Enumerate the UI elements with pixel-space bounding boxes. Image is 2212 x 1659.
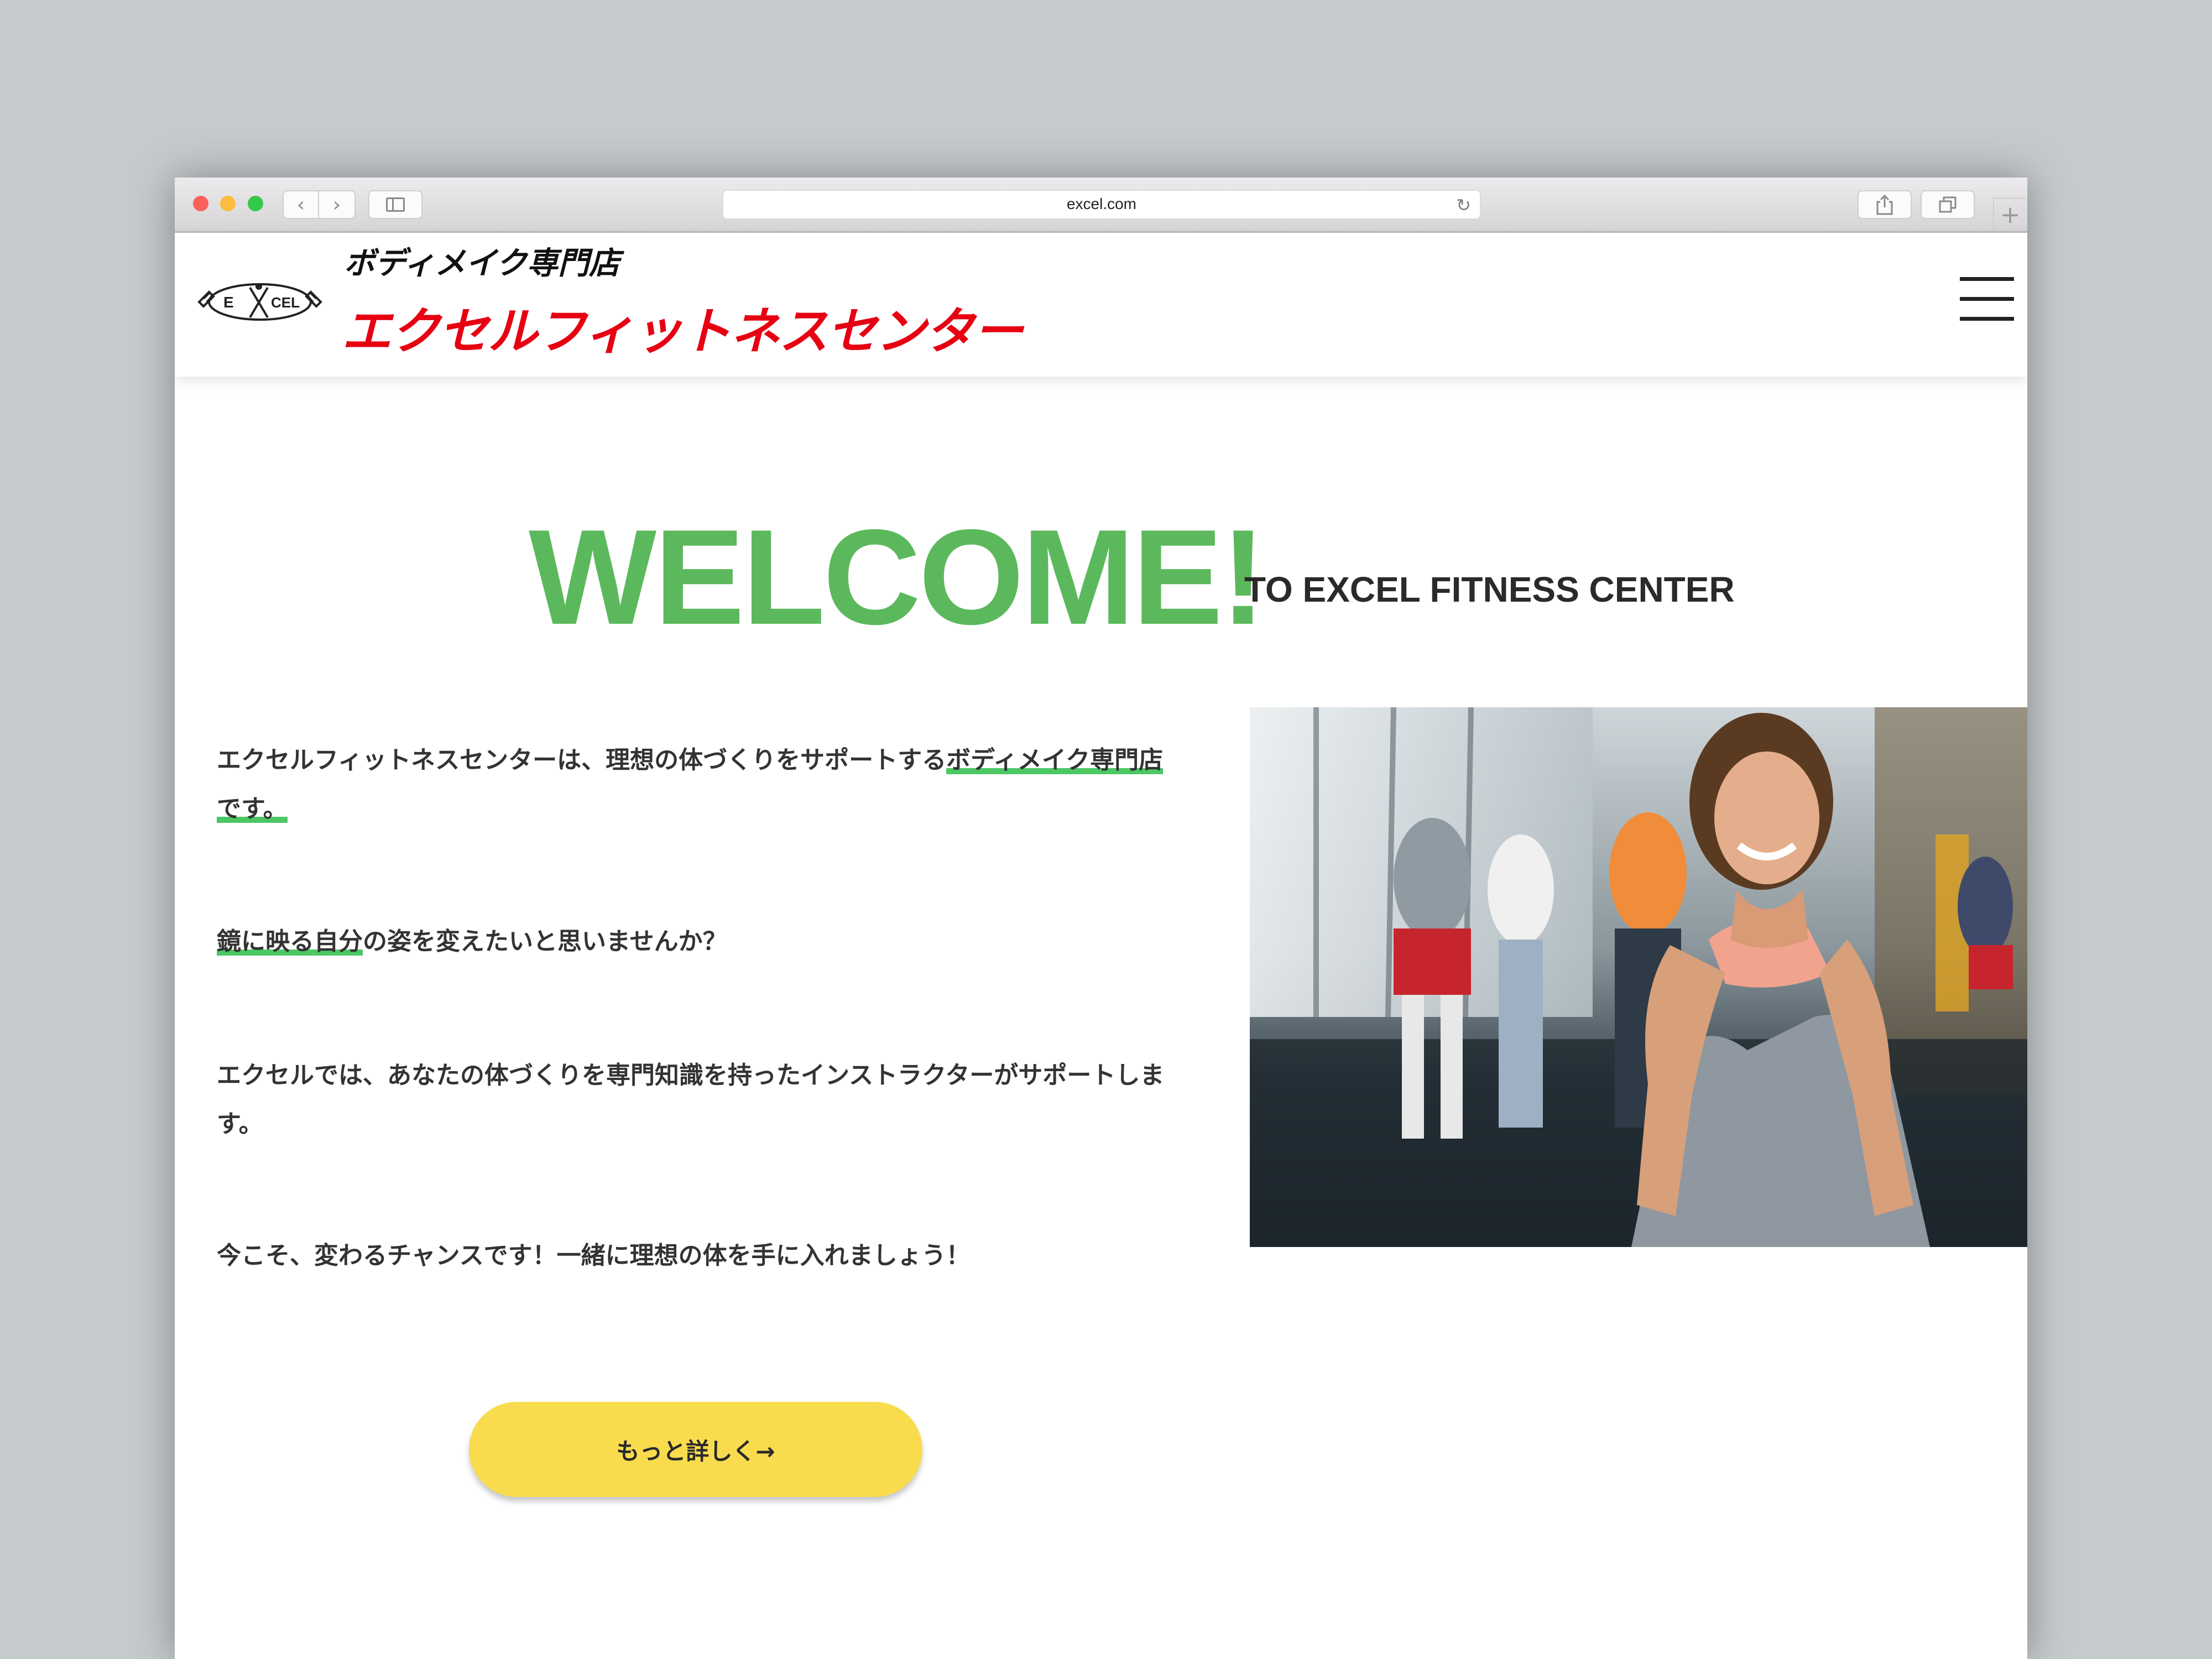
intro-p1-text: エクセルフィットネスセンターは、理想の体づくりをサポートする (217, 746, 947, 774)
intro-p2-highlight: 鏡に映る自分 (217, 927, 363, 956)
svg-text:E: E (223, 294, 234, 311)
more-details-button[interactable]: もっと詳しく→ (469, 1402, 922, 1497)
svg-text:CEL: CEL (271, 294, 300, 311)
site-header: E CEL ボディメイク専門店 エクセルフィットネスセンター (175, 233, 2027, 377)
close-window-button[interactable] (193, 196, 208, 211)
minimize-window-button[interactable] (220, 196, 236, 211)
sidebar-toggle-button[interactable] (368, 190, 422, 219)
brand-name[interactable]: エクセルフィットネスセンター (342, 291, 1023, 363)
welcome-subtitle: TO EXCEL FITNESS CENTER (1244, 570, 1735, 609)
back-button[interactable]: ‹ (283, 190, 319, 219)
back-icon: ‹ (296, 193, 305, 216)
zoom-window-button[interactable] (248, 196, 263, 211)
new-tab-button[interactable]: + (1993, 197, 2026, 231)
forward-icon: › (332, 193, 341, 216)
sidebar-icon (386, 197, 405, 212)
intro-p2-text: の姿を変えたいと思いませんか？ (363, 927, 727, 956)
share-button[interactable] (1858, 190, 1912, 219)
welcome-title: WELCOME! (529, 501, 1266, 653)
tagline: ボディメイク専門店 (344, 246, 620, 281)
intro-paragraph-4: 今こそ、変わるチャンスです！一緒に理想の体を手に入れましょう！ (217, 1241, 971, 1270)
show-tabs-button[interactable] (1921, 190, 1975, 219)
reload-icon[interactable]: ↻ (1456, 195, 1471, 216)
browser-window: ‹ › excel.com ↻ + E CEL ボディメイク専門店 エクセルフィ… (175, 178, 2027, 1659)
intro-paragraph-1: エクセルフィットネスセンターは、理想の体づくりをサポートするボディメイク専門店で… (217, 736, 1168, 833)
url-text: excel.com (1066, 195, 1137, 212)
intro-paragraph-3: エクセルでは、あなたの体づくりを専門知識を持ったインストラクターがサポートします… (217, 1061, 1165, 1138)
new-tab-icon: + (2000, 200, 2021, 229)
share-icon (1876, 194, 1893, 215)
intro-paragraph-2: 鏡に映る自分の姿を変えたいと思いませんか？ (217, 917, 1168, 966)
excel-logo[interactable]: E CEL (197, 280, 323, 324)
forward-button[interactable]: › (319, 190, 356, 219)
tabs-icon (1939, 196, 1957, 213)
browser-toolbar: ‹ › excel.com ↻ + (175, 178, 2027, 233)
address-bar[interactable]: excel.com ↻ (722, 190, 1481, 220)
menu-icon[interactable] (1960, 277, 2014, 322)
fitness-photo (1250, 707, 2027, 1247)
